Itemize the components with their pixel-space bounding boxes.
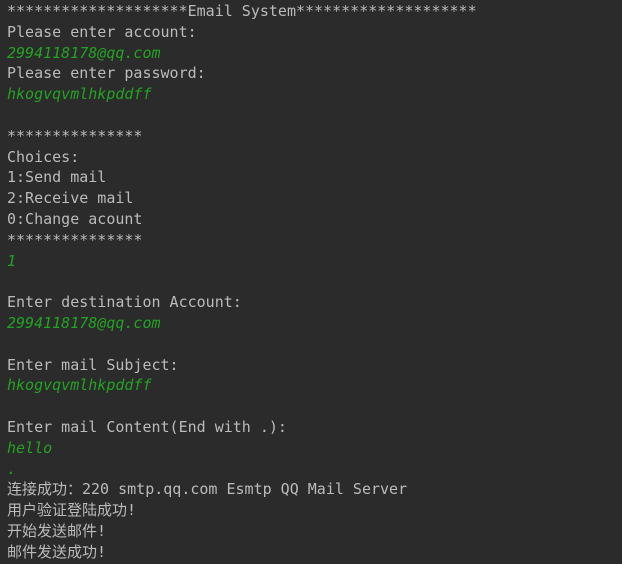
console-output-line: 0:Change acount <box>7 209 143 228</box>
console-output-line: Please enter account: <box>7 22 197 41</box>
console-output-line: Enter destination Account: <box>7 293 242 312</box>
console-input-line: 1 <box>7 251 17 270</box>
console-output[interactable]: ********************Email System********… <box>0 0 622 564</box>
console-output-line: *************** <box>7 230 143 249</box>
console-output-line: Please enter password: <box>7 64 206 83</box>
console-output-line: Enter mail Content(End with .): <box>7 417 287 436</box>
console-input-line: hkogvqvmlhkpddff <box>7 85 152 104</box>
console-output-line: ********************Email System********… <box>7 2 477 20</box>
console-output-line: 2:Receive mail <box>7 189 134 208</box>
console-input-line: hello <box>7 438 53 457</box>
console-output-line: Enter mail Subject: <box>7 355 179 374</box>
console-output-line: *************** <box>7 126 143 145</box>
console-input-line: . <box>7 459 17 478</box>
console-output-line: 开始发送邮件! <box>7 521 107 540</box>
console-output-line: Choices: <box>7 147 80 166</box>
console-output-line: 1:Send mail <box>7 168 107 187</box>
console-output-line: 连接成功：220 smtp.qq.com Esmtp QQ Mail Serve… <box>7 480 408 499</box>
console-input-line: 2994118178@qq.com <box>7 313 161 332</box>
console-input-line: 2994118178@qq.com <box>7 43 161 62</box>
console-output-line: 用户验证登陆成功! <box>7 501 137 520</box>
console-input-line: hkogvqvmlhkpddff <box>7 376 152 395</box>
console-output-line: 邮件发送成功! <box>7 542 107 561</box>
